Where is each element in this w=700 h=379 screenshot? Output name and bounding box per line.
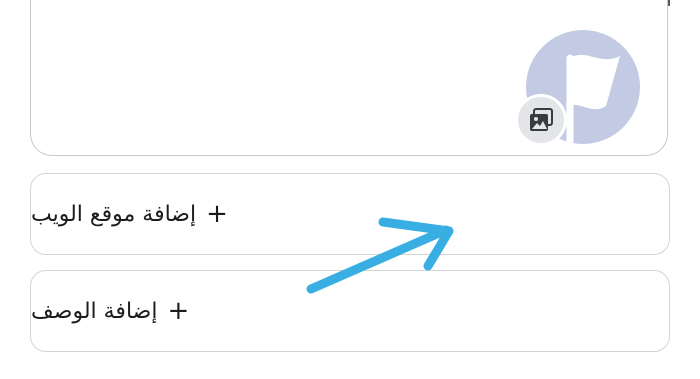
add-description-row[interactable]: + إضافة الوصف (30, 270, 670, 352)
add-website-row[interactable]: + إضافة موقع الويب (30, 173, 670, 255)
change-photo-button[interactable] (515, 94, 567, 146)
photo-icon (530, 108, 553, 131)
add-website-text: إضافة موقع الويب (31, 201, 197, 227)
page: + إضافة موقع الويب + إضافة الوصف (0, 0, 700, 379)
add-website-label: + إضافة موقع الويب (31, 201, 228, 227)
plus-icon: + (167, 296, 190, 326)
plus-icon: + (206, 199, 228, 229)
add-description-text: إضافة الوصف (31, 298, 158, 324)
add-description-label: + إضافة الوصف (31, 298, 189, 324)
